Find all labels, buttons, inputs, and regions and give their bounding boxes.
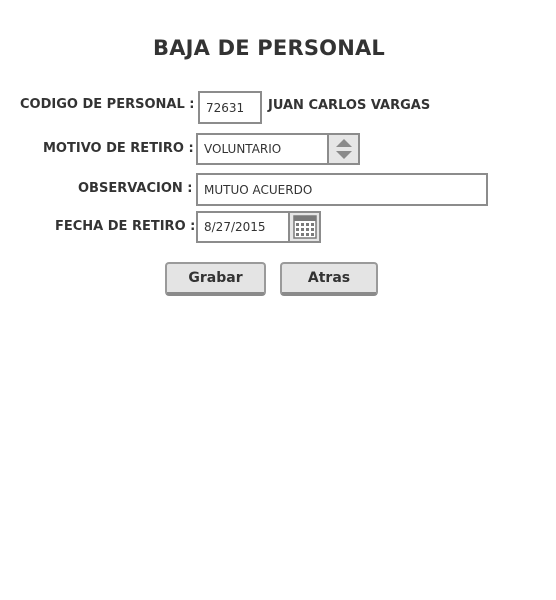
fecha-label: FECHA DE RETIRO : xyxy=(55,219,196,234)
motivo-label: MOTIVO DE RETIRO : xyxy=(43,141,194,156)
codigo-input[interactable]: 72631 xyxy=(198,91,262,124)
fecha-input[interactable]: 8/27/2015 xyxy=(196,211,290,243)
motivo-select[interactable]: VOLUNTARIO xyxy=(196,133,329,165)
back-button[interactable]: Atras xyxy=(280,262,378,296)
save-button[interactable]: Grabar xyxy=(165,262,266,296)
page-title: BAJA DE PERSONAL xyxy=(152,36,386,60)
up-down-arrows-icon xyxy=(335,139,352,159)
observacion-label: OBSERVACION : xyxy=(78,181,193,196)
motivo-spinner-button[interactable] xyxy=(327,133,360,165)
employee-name: JUAN CARLOS VARGAS xyxy=(268,98,431,113)
codigo-label: CODIGO DE PERSONAL : xyxy=(20,97,195,112)
calendar-button[interactable] xyxy=(288,211,321,243)
calendar-icon xyxy=(292,215,317,239)
observacion-input[interactable]: MUTUO ACUERDO xyxy=(196,173,488,206)
